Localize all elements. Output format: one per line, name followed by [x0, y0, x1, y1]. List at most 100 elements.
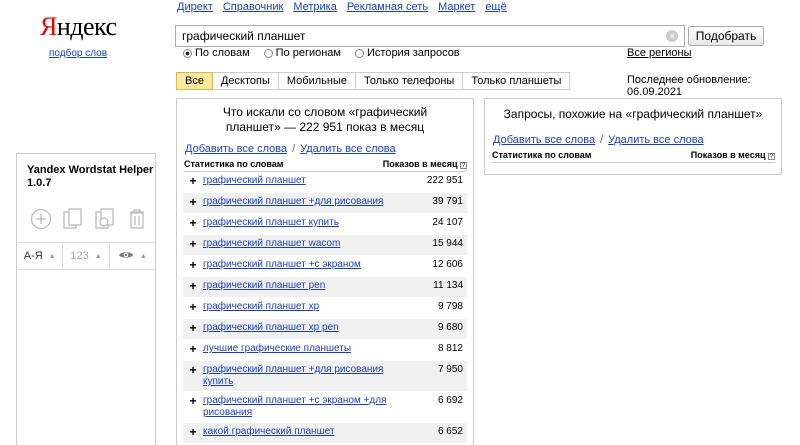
helper-sort-bar: А-Я ▲ 123 ▲ ▲	[17, 242, 155, 270]
add-plus-icon[interactable]: +	[183, 426, 203, 439]
table-row: + графический планшет xp pen 9 680	[183, 319, 467, 340]
similar-bulk-links: Добавить все слова / Удалить все слова	[493, 134, 704, 146]
copy-settings-icon[interactable]	[93, 206, 117, 232]
column-stat-header: Статистика по словам	[492, 150, 592, 160]
add-plus-icon[interactable]: +	[183, 343, 203, 356]
add-plus-icon[interactable]: +	[183, 395, 203, 408]
keyword-link[interactable]: графический планшет +для рисования купит…	[203, 364, 407, 388]
logo-wordmark: Яндекс	[40, 12, 117, 41]
all-regions-link[interactable]: Все регионы	[627, 47, 692, 59]
nav-link-direct[interactable]: Директ	[177, 1, 213, 13]
sort-alpha-button[interactable]: А-Я ▲	[17, 243, 64, 269]
sort-numeric-button[interactable]: 123 ▲	[63, 243, 110, 269]
table-row: + графический планшет 222 951	[183, 172, 467, 193]
keywords-table: + графический планшет 222 951 + графический…	[183, 172, 467, 444]
keyword-count: 8 812	[437, 343, 463, 354]
search-input[interactable]	[182, 29, 662, 43]
clear-icon[interactable]: ×	[666, 30, 678, 42]
trash-icon[interactable]	[125, 206, 149, 232]
keyword-link[interactable]: графический планшет +с экраном	[203, 259, 407, 271]
add-circle-icon[interactable]	[29, 206, 53, 232]
keyword-link[interactable]: графический планшет xp	[203, 301, 407, 313]
yandex-logo[interactable]: Яндекс подбор слов	[40, 12, 120, 59]
top-nav: Директ Справочник Метрика Рекламная сеть…	[177, 1, 507, 13]
search-mode-radios: По словам По регионам История запросов	[183, 47, 460, 59]
device-tabs: Все Десктопы Мобильные Только телефоны Т…	[176, 72, 571, 90]
logo-subtitle-link[interactable]: подбор слов	[49, 48, 120, 59]
add-plus-icon[interactable]: +	[183, 217, 203, 230]
keyword-count: 11 134	[433, 280, 463, 291]
keyword-link[interactable]: графический планшет +для рисования	[203, 196, 407, 208]
tab-mobile[interactable]: Мобильные	[278, 72, 356, 90]
keyword-count: 24 107	[432, 217, 463, 228]
radio-query-history[interactable]: История запросов	[355, 47, 460, 59]
last-updated: Последнее обновление: 06.09.2021	[627, 74, 751, 98]
radio-dot-icon	[355, 48, 364, 58]
add-plus-icon[interactable]: +	[183, 280, 203, 293]
nav-link-more[interactable]: ещё	[485, 1, 506, 13]
add-plus-icon[interactable]: +	[183, 322, 203, 335]
table-row: + графический планшет купить 24 107	[183, 214, 467, 235]
add-plus-icon[interactable]: +	[183, 175, 203, 188]
add-all-similar-link[interactable]: Добавить все слова	[493, 134, 595, 146]
table-row: + графический планшет wacom 15 944	[183, 235, 467, 256]
eye-icon	[118, 250, 134, 263]
add-plus-icon[interactable]: +	[183, 196, 203, 209]
add-plus-icon[interactable]: +	[183, 364, 203, 377]
keyword-count: 222 951	[426, 175, 463, 186]
similar-queries-panel: Запросы, похожие на «графический планшет…	[484, 98, 782, 175]
similar-panel-title: Запросы, похожие на «графический планшет…	[503, 107, 763, 121]
radio-by-words[interactable]: По словам	[183, 47, 250, 59]
add-all-words-link[interactable]: Добавить все слова	[185, 143, 287, 155]
search-button[interactable]: Подобрать	[688, 26, 764, 46]
keyword-link[interactable]: какой графический планшет	[203, 426, 407, 438]
help-icon[interactable]: ?	[768, 153, 775, 160]
nav-link-ad-network[interactable]: Рекламная сеть	[347, 1, 428, 13]
keywords-panel-title: Что искали со словом «графический планше…	[222, 105, 428, 134]
keyword-count: 6 652	[437, 426, 463, 437]
remove-all-words-link[interactable]: Удалить все слова	[300, 143, 395, 155]
tab-tablets-only[interactable]: Только планшеты	[463, 72, 571, 90]
nav-link-reference[interactable]: Справочник	[223, 1, 284, 13]
sort-arrow-icon: ▲	[139, 252, 147, 260]
keyword-link[interactable]: графический планшет xp pen	[203, 322, 407, 334]
tab-all[interactable]: Все	[176, 72, 213, 90]
radio-by-regions[interactable]: По регионам	[263, 47, 341, 59]
search-box[interactable]: ×	[175, 25, 685, 47]
add-plus-icon[interactable]: +	[183, 259, 203, 272]
help-icon[interactable]: ?	[460, 162, 467, 169]
keyword-link[interactable]: графический планшет wacom	[203, 238, 407, 250]
tab-phones-only[interactable]: Только телефоны	[355, 72, 464, 90]
table-row: + лучшие графические планшеты 8 812	[183, 340, 467, 361]
column-stat-header: Статистика по словам	[184, 159, 284, 169]
keyword-count: 39 791	[432, 196, 463, 207]
remove-all-similar-link[interactable]: Удалить все слова	[608, 134, 703, 146]
column-shows-header: Показов в месяц ?	[690, 150, 775, 160]
sort-arrow-icon: ▲	[48, 252, 56, 260]
nav-link-metrika[interactable]: Метрика	[293, 1, 337, 13]
keyword-count: 9 680	[437, 322, 463, 333]
table-row: + графический планшет +для рисования 39 79…	[183, 193, 467, 214]
keyword-link[interactable]: лучшие графические планшеты	[203, 343, 407, 355]
copy-icon[interactable]	[61, 206, 85, 232]
keyword-link[interactable]: графический планшет +с экраном +для рисо…	[203, 395, 407, 419]
keyword-count: 7 950	[437, 364, 463, 375]
table-row: + графический планшет +с экраном +для рис…	[183, 392, 467, 423]
radio-dot-icon	[183, 48, 192, 58]
tab-desktops[interactable]: Десктопы	[212, 72, 279, 90]
keyword-count: 12 606	[432, 259, 463, 270]
keyword-link[interactable]: графический планшет pen	[203, 280, 407, 292]
radio-dot-icon	[263, 48, 273, 58]
visibility-toggle[interactable]: ▲	[110, 243, 155, 269]
keyword-link[interactable]: графический планшет	[203, 175, 407, 187]
keywords-table-header: Статистика по словам Показов в месяц ?	[184, 159, 467, 172]
nav-link-market[interactable]: Маркет	[438, 1, 475, 13]
keyword-count: 9 798	[437, 301, 463, 312]
keyword-link[interactable]: графический планшет купить	[203, 217, 407, 229]
keyword-count: 6 692	[437, 395, 463, 406]
add-plus-icon[interactable]: +	[183, 238, 203, 251]
keyword-count: 15 944	[432, 238, 463, 249]
helper-toolbar	[29, 206, 155, 232]
add-plus-icon[interactable]: +	[183, 301, 203, 314]
table-row: + графический планшет xp 9 798	[183, 298, 467, 319]
